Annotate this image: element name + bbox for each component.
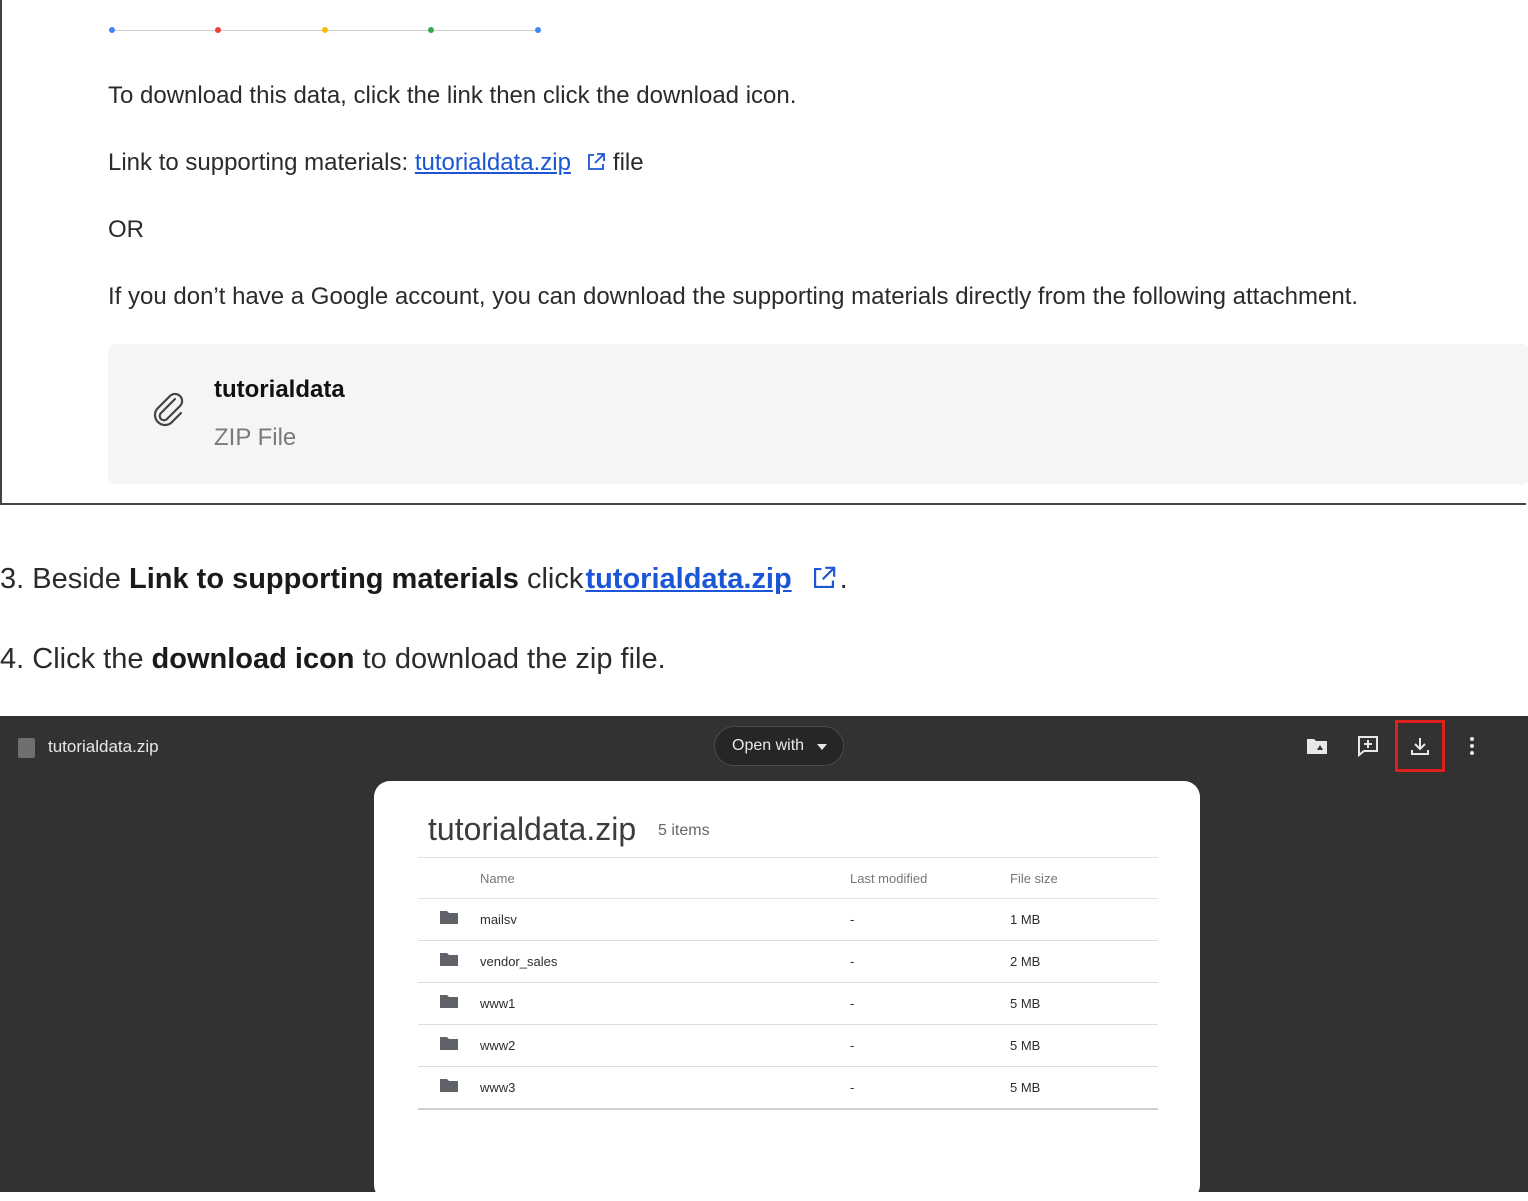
- file-modified: -: [850, 1080, 855, 1095]
- step-3: 3. Beside Link to supporting materials c…: [0, 563, 848, 596]
- table-row[interactable]: www1 - 5 MB: [418, 983, 1158, 1025]
- file-size: 5 MB: [1010, 996, 1041, 1011]
- step-number: 4.: [0, 643, 33, 675]
- file-size: 5 MB: [1010, 1038, 1041, 1053]
- file-name: www2: [480, 1038, 516, 1053]
- external-link-icon[interactable]: [810, 564, 838, 592]
- item-count: 5 items: [658, 822, 710, 839]
- drive-zip-viewer: tutorialdata.zip Open with tutorialdata.…: [0, 716, 1528, 1201]
- supporting-materials-line: Link to supporting materials: tutorialda…: [108, 149, 644, 177]
- folder-icon: [440, 1037, 458, 1050]
- open-with-label: Open with: [732, 737, 805, 754]
- zip-panel-title: tutorialdata.zip: [428, 811, 637, 847]
- table-header: Name Last modified File size: [418, 857, 1158, 899]
- folder-icon: [440, 911, 458, 924]
- step-4: 4. Click the download icon to download t…: [0, 643, 666, 676]
- file-name: www3: [480, 1080, 516, 1095]
- attachment-type: ZIP File: [214, 424, 297, 451]
- table-row[interactable]: mailsv - 1 MB: [418, 899, 1158, 941]
- link-prefix: Link to supporting materials:: [108, 149, 415, 176]
- step-text: Click the: [32, 643, 152, 675]
- column-header-size[interactable]: File size: [1010, 871, 1058, 886]
- external-link-icon[interactable]: [585, 151, 607, 173]
- zip-contents-panel: tutorialdata.zip 5 items Name Last modif…: [374, 781, 1200, 1201]
- step-bold: download icon: [151, 643, 355, 675]
- step-text: Beside: [32, 563, 129, 595]
- divider-dot-red: [215, 27, 221, 33]
- column-header-name[interactable]: Name: [480, 871, 515, 886]
- file-modified: -: [850, 954, 855, 969]
- step-end: .: [839, 563, 848, 595]
- zip-file-icon: [18, 738, 35, 758]
- table-row[interactable]: www2 - 5 MB: [418, 1025, 1158, 1067]
- supporting-materials-card: To download this data, click the link th…: [0, 0, 1528, 505]
- step-tutorialdata-link[interactable]: tutorialdata.zip: [585, 563, 791, 595]
- tutorialdata-link[interactable]: tutorialdata.zip: [415, 149, 571, 176]
- attachment-card[interactable]: tutorialdata ZIP File: [108, 344, 1528, 484]
- file-name: www1: [480, 996, 516, 1011]
- folder-icon: [440, 995, 458, 1008]
- add-to-drive-icon[interactable]: [1305, 734, 1329, 758]
- attachment-name[interactable]: tutorialdata: [214, 376, 345, 404]
- color-divider: [109, 27, 541, 33]
- step-text-mid: click: [518, 563, 584, 595]
- step-number: 3.: [0, 563, 33, 595]
- zip-file-table: Name Last modified File size mailsv - 1 …: [418, 857, 1158, 1110]
- step-end: to download the zip file.: [354, 643, 666, 675]
- download-highlight-box: [1395, 720, 1445, 772]
- folder-icon: [440, 953, 458, 966]
- folder-icon: [440, 1079, 458, 1092]
- viewer-title: tutorialdata.zip: [48, 737, 159, 756]
- link-suffix: file: [612, 149, 644, 176]
- paperclip-icon: [153, 392, 184, 427]
- divider-dot-blue-2: [535, 27, 541, 33]
- no-account-text: If you don’t have a Google account, you …: [108, 283, 1359, 310]
- file-size: 2 MB: [1010, 954, 1041, 969]
- file-size: 5 MB: [1010, 1080, 1041, 1095]
- or-text: OR: [108, 216, 144, 243]
- file-name: mailsv: [480, 912, 517, 927]
- table-row[interactable]: vendor_sales - 2 MB: [418, 941, 1158, 983]
- divider-dot-yellow: [322, 27, 328, 33]
- step-bold: Link to supporting materials: [128, 563, 519, 595]
- open-with-button[interactable]: Open with: [714, 726, 844, 766]
- file-modified: -: [850, 996, 855, 1011]
- add-comment-icon[interactable]: [1356, 734, 1380, 758]
- chevron-down-icon: [817, 744, 827, 750]
- file-modified: -: [850, 912, 855, 927]
- file-modified: -: [850, 1038, 855, 1053]
- divider-dot-blue: [109, 27, 115, 33]
- divider-dot-green: [428, 27, 434, 33]
- column-header-modified[interactable]: Last modified: [850, 871, 927, 886]
- more-vert-icon[interactable]: [1460, 734, 1484, 758]
- file-size: 1 MB: [1010, 912, 1041, 927]
- download-instruction: To download this data, click the link th…: [108, 82, 797, 109]
- table-row[interactable]: www3 - 5 MB: [418, 1067, 1158, 1110]
- file-name: vendor_sales: [480, 954, 558, 969]
